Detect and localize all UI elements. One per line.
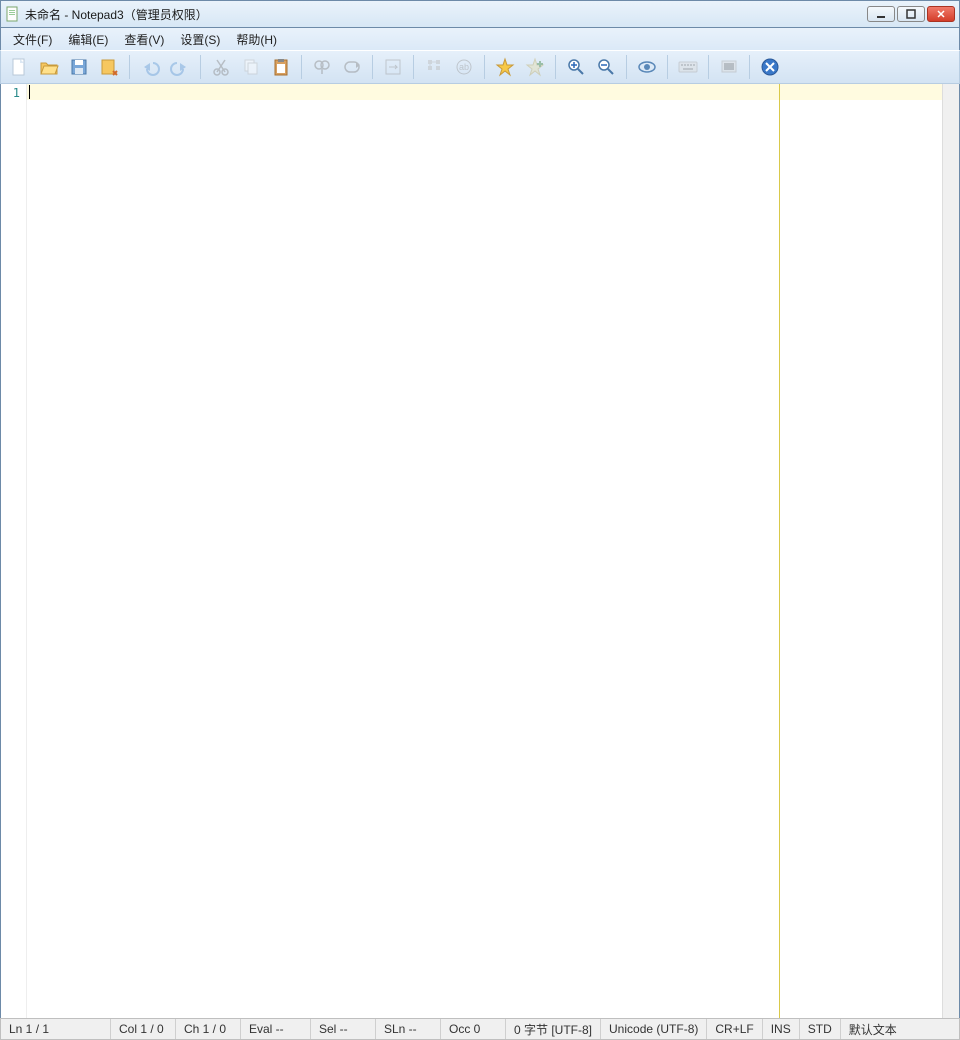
app-window: 未命名 - Notepad3（管理员权限） 文件(F) 编辑(E) 查看(V) … bbox=[0, 0, 960, 1040]
titlebar[interactable]: 未命名 - Notepad3（管理员权限） bbox=[0, 0, 960, 28]
status-std[interactable]: STD bbox=[800, 1019, 841, 1039]
cut-button[interactable] bbox=[207, 53, 235, 81]
save-icon bbox=[69, 57, 89, 77]
exit-button[interactable] bbox=[756, 53, 784, 81]
toolbar-separator bbox=[749, 55, 750, 79]
run-icon bbox=[719, 57, 739, 77]
guides-button[interactable] bbox=[420, 53, 448, 81]
guides-icon bbox=[424, 57, 444, 77]
add-favorite-button[interactable] bbox=[521, 53, 549, 81]
status-ins[interactable]: INS bbox=[763, 1019, 800, 1039]
find-button[interactable] bbox=[308, 53, 336, 81]
status-eval[interactable]: Eval -- bbox=[241, 1019, 311, 1039]
status-bytes[interactable]: 0 字节 [UTF-8] bbox=[506, 1019, 601, 1039]
favorite-button[interactable] bbox=[491, 53, 519, 81]
zoom-in-icon bbox=[566, 57, 586, 77]
status-encoding[interactable]: Unicode (UTF-8) bbox=[601, 1019, 707, 1039]
undo-icon bbox=[140, 57, 160, 77]
add-favorite-icon bbox=[525, 57, 545, 77]
toolbar-separator bbox=[626, 55, 627, 79]
undo-button[interactable] bbox=[136, 53, 164, 81]
wordwrap-button[interactable] bbox=[379, 53, 407, 81]
new-file-button[interactable] bbox=[5, 53, 33, 81]
copy-button[interactable] bbox=[237, 53, 265, 81]
menubar: 文件(F) 编辑(E) 查看(V) 设置(S) 帮助(H) bbox=[0, 28, 960, 50]
status-eol[interactable]: CR+LF bbox=[707, 1019, 762, 1039]
window-controls bbox=[867, 6, 955, 22]
exit-icon bbox=[760, 57, 780, 77]
redo-button[interactable] bbox=[166, 53, 194, 81]
replace-button[interactable] bbox=[338, 53, 366, 81]
toolbar-separator bbox=[413, 55, 414, 79]
long-line-margin bbox=[779, 84, 780, 1018]
toolbar-separator bbox=[301, 55, 302, 79]
paste-icon bbox=[271, 57, 291, 77]
svg-text:ab: ab bbox=[459, 62, 469, 72]
minimize-button[interactable] bbox=[867, 6, 895, 22]
wordwrap-icon bbox=[383, 57, 403, 77]
menu-edit[interactable]: 编辑(E) bbox=[60, 29, 116, 50]
open-folder-icon bbox=[39, 57, 59, 77]
status-sln[interactable]: SLn -- bbox=[376, 1019, 441, 1039]
toolbar-separator bbox=[555, 55, 556, 79]
chars-icon: ab bbox=[454, 57, 474, 77]
status-col[interactable]: Col 1 / 0 bbox=[111, 1019, 176, 1039]
redo-icon bbox=[170, 57, 190, 77]
cut-icon bbox=[211, 57, 231, 77]
favorite-icon bbox=[495, 57, 515, 77]
copy-icon bbox=[241, 57, 261, 77]
toolbar-separator bbox=[708, 55, 709, 79]
save-button[interactable] bbox=[65, 53, 93, 81]
line-gutter[interactable]: 1 bbox=[1, 84, 27, 1018]
toolbar: ab bbox=[0, 50, 960, 84]
replace-icon bbox=[342, 57, 362, 77]
close-button[interactable] bbox=[927, 6, 955, 22]
scheme-button[interactable] bbox=[633, 53, 661, 81]
statusbar: Ln 1 / 1 Col 1 / 0 Ch 1 / 0 Eval -- Sel … bbox=[0, 1018, 960, 1040]
vertical-scrollbar[interactable] bbox=[942, 84, 959, 1018]
toolbar-separator bbox=[372, 55, 373, 79]
window-title: 未命名 - Notepad3（管理员权限） bbox=[25, 6, 867, 23]
paste-button[interactable] bbox=[267, 53, 295, 81]
zoom-out-button[interactable] bbox=[592, 53, 620, 81]
menu-settings[interactable]: 设置(S) bbox=[172, 29, 228, 50]
status-sel[interactable]: Sel -- bbox=[311, 1019, 376, 1039]
status-line[interactable]: Ln 1 / 1 bbox=[1, 1019, 111, 1039]
toolbar-separator bbox=[667, 55, 668, 79]
menu-help[interactable]: 帮助(H) bbox=[228, 29, 285, 50]
revert-icon bbox=[99, 57, 119, 77]
zoom-out-icon bbox=[596, 57, 616, 77]
maximize-button[interactable] bbox=[897, 6, 925, 22]
new-file-icon bbox=[9, 57, 29, 77]
toolbar-separator bbox=[200, 55, 201, 79]
zoom-in-button[interactable] bbox=[562, 53, 590, 81]
open-button[interactable] bbox=[35, 53, 63, 81]
chars-button[interactable]: ab bbox=[450, 53, 478, 81]
text-cursor bbox=[29, 85, 30, 99]
menu-view[interactable]: 查看(V) bbox=[116, 29, 172, 50]
editor-area: 1 bbox=[0, 84, 960, 1018]
toolbar-separator bbox=[129, 55, 130, 79]
status-ch[interactable]: Ch 1 / 0 bbox=[176, 1019, 241, 1039]
keyboard-button[interactable] bbox=[674, 53, 702, 81]
status-lexer[interactable]: 默认文本 bbox=[841, 1019, 959, 1039]
run-button[interactable] bbox=[715, 53, 743, 81]
text-editor[interactable] bbox=[27, 84, 959, 1018]
current-line-highlight bbox=[27, 84, 959, 100]
status-occ[interactable]: Occ 0 bbox=[441, 1019, 506, 1039]
toolbar-separator bbox=[484, 55, 485, 79]
eye-icon bbox=[636, 57, 658, 77]
line-number: 1 bbox=[1, 86, 20, 100]
app-icon bbox=[5, 6, 21, 22]
menu-file[interactable]: 文件(F) bbox=[5, 29, 60, 50]
revert-button[interactable] bbox=[95, 53, 123, 81]
find-icon bbox=[312, 57, 332, 77]
keyboard-icon bbox=[677, 57, 699, 77]
